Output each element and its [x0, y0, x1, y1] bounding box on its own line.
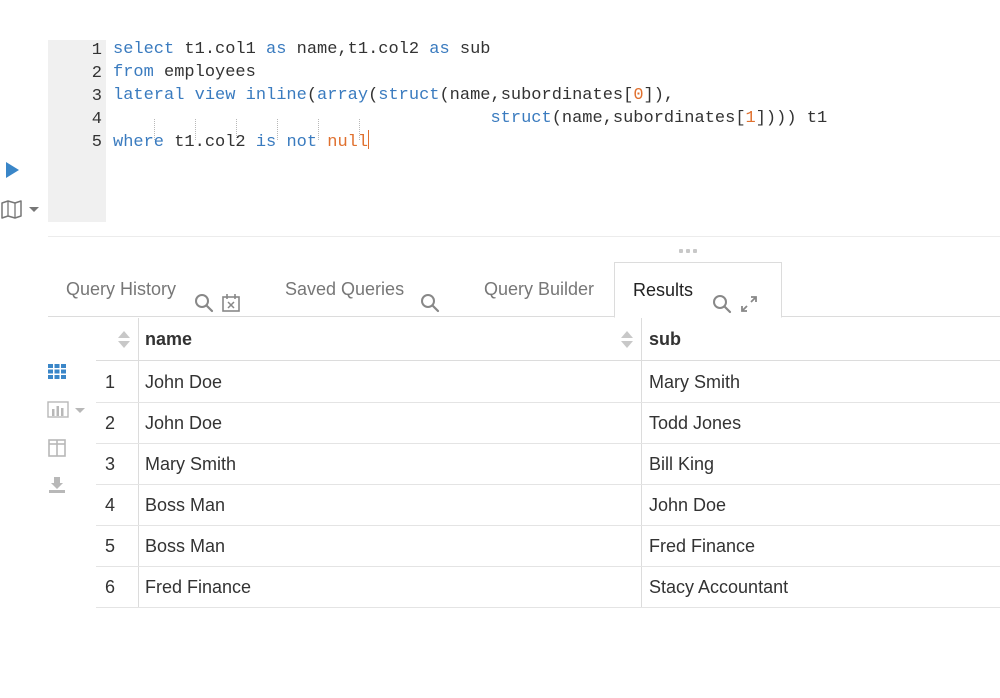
- editor-divider: [48, 236, 1000, 237]
- table-row[interactable]: 3 Mary Smith Bill King: [96, 444, 1000, 485]
- search-icon[interactable]: [420, 280, 440, 313]
- map-icon[interactable]: [0, 199, 44, 221]
- tab-saved-queries[interactable]: Saved Queries: [268, 262, 448, 317]
- cell-sub: Mary Smith: [649, 372, 741, 392]
- table-row[interactable]: 6 Fred Finance Stacy Accountant: [96, 567, 1000, 608]
- bar-chart-icon[interactable]: [47, 400, 87, 420]
- table-row[interactable]: 1 John Doe Mary Smith: [96, 362, 1000, 403]
- table-row[interactable]: 5 Boss Man Fred Finance: [96, 526, 1000, 567]
- cell-sub: Fred Finance: [649, 536, 756, 556]
- cell-name: Mary Smith: [145, 454, 237, 474]
- play-icon[interactable]: [4, 161, 22, 181]
- tab-label: Results: [633, 280, 694, 300]
- search-icon[interactable]: [194, 280, 214, 313]
- cell-name: John Doe: [145, 372, 223, 392]
- line-number: 5: [91, 133, 102, 152]
- code-line: where t1.col2 is not null: [113, 130, 370, 153]
- tab-label: Query History: [66, 279, 177, 299]
- tab-query-builder[interactable]: Query Builder: [468, 262, 618, 317]
- line-number-gutter: 1 2 3 4 5: [48, 40, 106, 222]
- chevron-down-icon: [29, 207, 39, 212]
- tab-query-history[interactable]: Query History: [48, 262, 258, 317]
- table-row[interactable]: 2 John Doe Todd Jones: [96, 403, 1000, 444]
- table-row[interactable]: 4 Boss Man John Doe: [96, 485, 1000, 526]
- editor-side-tools: [0, 0, 48, 236]
- columns-icon[interactable]: [47, 438, 71, 458]
- column-header-name[interactable]: name: [145, 318, 192, 361]
- code-line: select t1.col1 as name,t1.col2 as sub: [113, 40, 491, 59]
- sort-icon[interactable]: [118, 330, 130, 350]
- table-header: name sub: [96, 318, 1000, 361]
- row-number: 4: [105, 495, 116, 515]
- row-number: 2: [105, 413, 116, 433]
- resize-handle[interactable]: [679, 249, 699, 253]
- column-header-sub[interactable]: sub: [649, 318, 681, 361]
- cell-sub: John Doe: [649, 495, 727, 515]
- cell-name: Boss Man: [145, 536, 226, 556]
- tab-label: Saved Queries: [285, 279, 405, 299]
- cell-name: Fred Finance: [145, 577, 252, 597]
- code-line: struct(name,subordinates[1]))) t1: [490, 109, 828, 128]
- code-line: from employees: [113, 63, 256, 82]
- cell-sub: Todd Jones: [649, 413, 742, 433]
- text-cursor: [368, 130, 370, 149]
- expand-icon[interactable]: [739, 281, 759, 312]
- sort-icon[interactable]: [621, 330, 633, 350]
- tab-label: Query Builder: [484, 279, 595, 299]
- calendar-icon[interactable]: [221, 280, 241, 312]
- cell-sub: Stacy Accountant: [649, 577, 789, 597]
- line-number: 4: [91, 110, 102, 129]
- search-icon[interactable]: [712, 281, 732, 314]
- row-number: 5: [105, 536, 116, 556]
- cell-name: Boss Man: [145, 495, 226, 515]
- cell-sub: Bill King: [649, 454, 715, 474]
- row-number: 6: [105, 577, 116, 597]
- line-number: 1: [91, 41, 102, 60]
- row-number: 3: [105, 454, 116, 474]
- line-number: 2: [91, 64, 102, 83]
- bottom-tabs: Query History Saved Queries Query Builde…: [48, 262, 1000, 318]
- row-number: 1: [105, 372, 116, 392]
- tab-results[interactable]: Results: [614, 262, 782, 318]
- cell-name: John Doe: [145, 413, 223, 433]
- download-icon[interactable]: [47, 475, 71, 495]
- line-number: 3: [91, 87, 102, 106]
- grid-icon[interactable]: [47, 362, 71, 382]
- code-line: lateral view inline(array(struct(name,su…: [113, 86, 675, 105]
